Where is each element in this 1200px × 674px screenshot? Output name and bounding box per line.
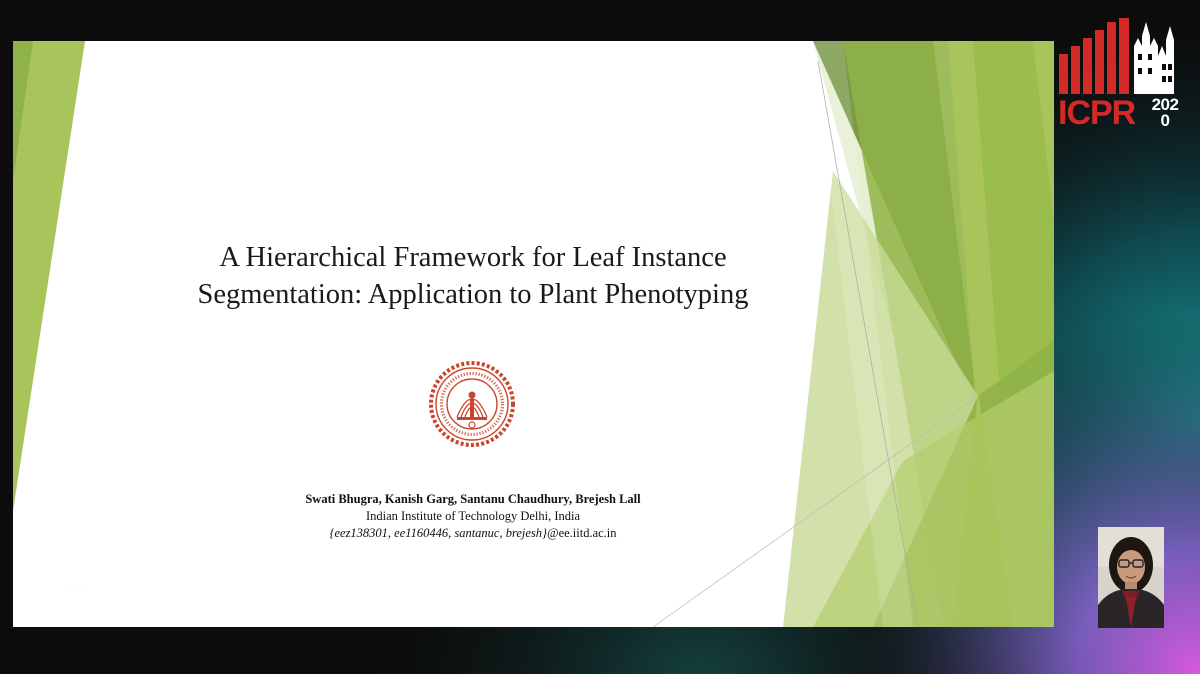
icpr-year: 2020 [1151, 95, 1179, 130]
presenter-webcam-tile[interactable] [1098, 527, 1164, 628]
iit-delhi-seal-icon [429, 361, 515, 447]
affiliation: Indian Institute of Technology Delhi, In… [365, 509, 581, 523]
author-block: Swati Bhugra, Kanish Garg, Santanu Chaud… [213, 491, 733, 542]
slide-corner-mark: · · · [69, 586, 84, 593]
presenter-webcam-icon [1098, 527, 1164, 628]
slide-title-line1: A Hierarchical Framework for Leaf Instan… [219, 242, 727, 273]
author-names: Swati Bhugra, Kanish Garg, Santanu Chaud… [305, 492, 641, 506]
slide-title-line2: Segmentation: Application to Plant Pheno… [197, 279, 749, 310]
email-line: {eez138301, ee1160446, santanuc, brejesh… [213, 525, 733, 542]
email-domain: @ee.iitd.ac.in [547, 526, 617, 540]
slide: A Hierarchical Framework for Leaf Instan… [13, 41, 1054, 627]
presentation-viewer: A Hierarchical Framework for Leaf Instan… [0, 0, 1200, 674]
slide-title: A Hierarchical Framework for Leaf Instan… [133, 239, 813, 313]
email-ids: {eez138301, ee1160446, santanuc, brejesh… [329, 526, 548, 540]
left-accent-shape [13, 41, 85, 511]
icpr-wordmark: ICPR [1058, 94, 1136, 132]
